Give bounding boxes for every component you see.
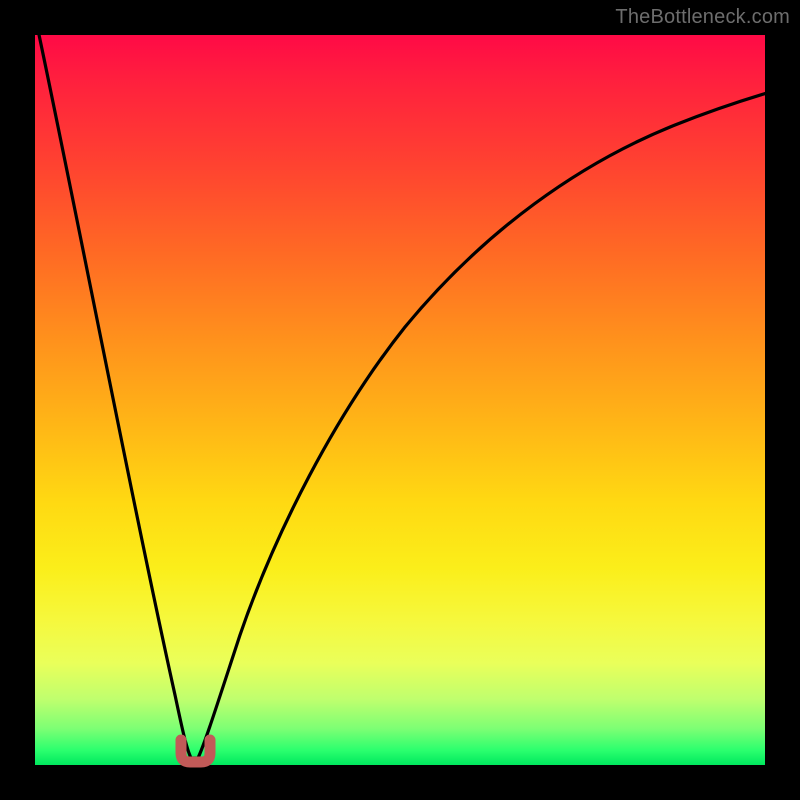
plot-area <box>35 35 765 765</box>
curve-layer <box>35 35 765 765</box>
chart-frame: TheBottleneck.com <box>0 0 800 800</box>
minimum-marker <box>181 740 210 762</box>
bottleneck-curve <box>38 30 767 758</box>
watermark-text: TheBottleneck.com <box>615 6 790 29</box>
